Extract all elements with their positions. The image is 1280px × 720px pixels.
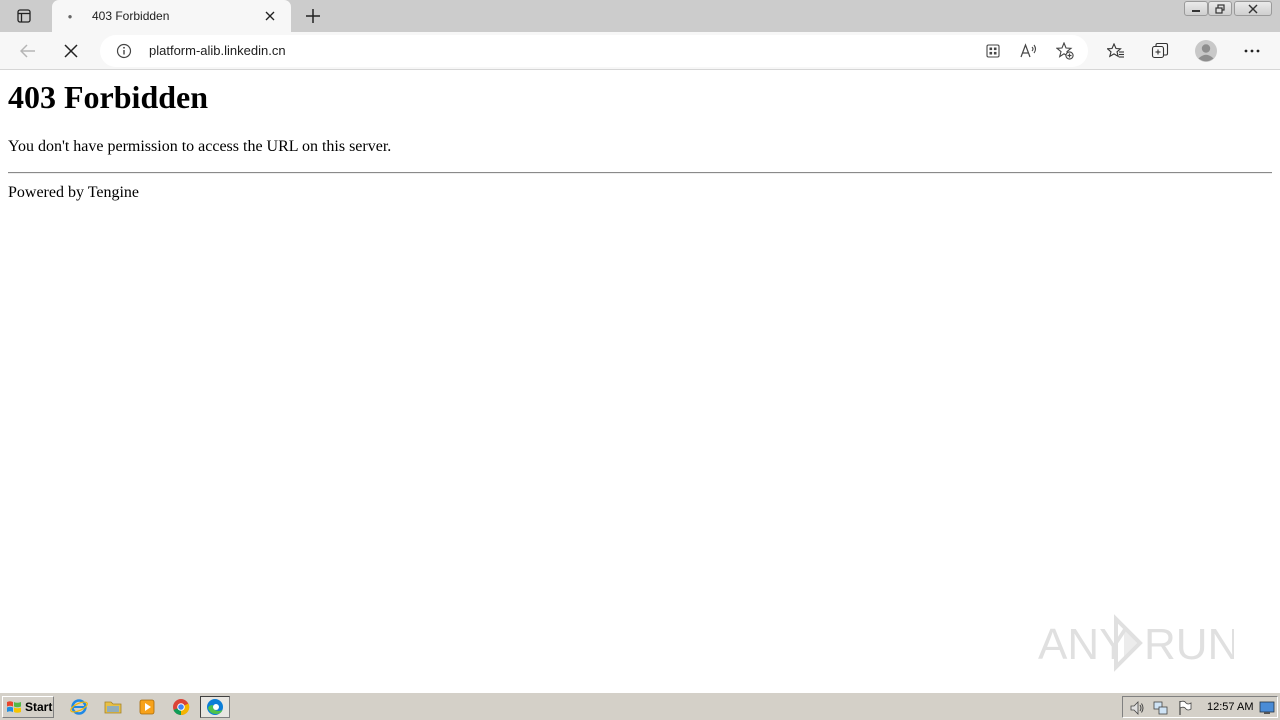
show-desktop-icon (1259, 701, 1275, 714)
clock[interactable]: 12:57 AM (1207, 701, 1253, 713)
more-options-button[interactable] (1238, 37, 1266, 65)
restore-icon (1215, 3, 1225, 14)
horizontal-rule (8, 172, 1272, 174)
stop-button[interactable] (57, 37, 85, 65)
anyrun-watermark-logo: ANY RUN (1038, 614, 1234, 672)
start-button[interactable]: Start (2, 696, 54, 718)
quicklaunch-chrome[interactable] (170, 697, 192, 717)
minimize-button[interactable] (1184, 1, 1208, 16)
taskbar-edge-button[interactable] (200, 696, 230, 718)
flag-icon (1179, 700, 1192, 715)
windows-logo-icon (7, 701, 21, 713)
quicklaunch-internet-explorer[interactable] (68, 697, 90, 717)
tab-close-button[interactable] (262, 8, 278, 24)
app-grid-icon (986, 44, 1000, 58)
close-icon (1248, 4, 1258, 13)
tab-strip: ● 403 Forbidden (0, 0, 1280, 32)
window-close-button[interactable] (1234, 1, 1272, 16)
close-icon (265, 11, 275, 21)
tab-title: 403 Forbidden (92, 9, 170, 23)
page-title: 403 Forbidden (8, 79, 209, 115)
internet-explorer-icon (70, 699, 88, 715)
back-arrow-icon (20, 44, 35, 58)
minimize-icon (1192, 9, 1200, 12)
site-info-button[interactable] (116, 43, 132, 59)
tab-actions-icon (17, 9, 31, 23)
star-plus-icon (1056, 42, 1074, 60)
tray-volume[interactable] (1129, 700, 1145, 716)
show-desktop-button[interactable] (1259, 700, 1275, 716)
info-icon (116, 43, 132, 59)
edge-icon (207, 699, 223, 715)
back-button[interactable] (14, 37, 42, 65)
system-tray: 12:57 AM (1122, 696, 1278, 718)
quicklaunch-media-player[interactable] (136, 697, 158, 717)
server-signature: Powered by Tengine (8, 184, 139, 201)
tray-network[interactable] (1153, 700, 1169, 716)
network-icon (1153, 701, 1168, 715)
plus-icon (306, 9, 320, 23)
more-dots-icon (1244, 49, 1260, 53)
tray-action-center[interactable] (1177, 700, 1193, 716)
media-player-icon (139, 699, 155, 715)
profile-button[interactable] (1192, 37, 1220, 65)
new-tab-button[interactable] (302, 5, 324, 27)
stop-icon (64, 44, 78, 58)
app-available-button[interactable] (981, 39, 1005, 63)
taskbar: Start 12:57 AM (0, 692, 1280, 720)
svg-text:RUN: RUN (1144, 620, 1234, 669)
collections-icon (1151, 42, 1169, 59)
start-label: Start (25, 700, 53, 714)
read-aloud-button[interactable] (1017, 39, 1041, 63)
chrome-icon (173, 699, 190, 716)
address-bar[interactable]: platform-alib.linkedin.cn (100, 35, 1088, 67)
page-favicon-icon: ● (67, 11, 73, 21)
volume-icon (1130, 701, 1144, 715)
folder-icon (104, 701, 122, 714)
favorites-button[interactable] (1102, 37, 1130, 65)
page-content: 403 Forbidden You don't have permission … (0, 71, 1280, 692)
browser-tab[interactable]: ● 403 Forbidden (52, 0, 291, 32)
browser-toolbar: platform-alib.linkedin.cn (0, 32, 1280, 70)
tab-actions-button[interactable] (12, 6, 36, 26)
read-aloud-icon (1020, 43, 1037, 58)
error-message: You don't have permission to access the … (8, 138, 392, 155)
add-favorite-button[interactable] (1053, 39, 1077, 63)
collections-button[interactable] (1146, 37, 1174, 65)
quicklaunch-explorer[interactable] (102, 697, 124, 717)
url-text[interactable]: platform-alib.linkedin.cn (149, 43, 286, 58)
profile-avatar-icon (1195, 40, 1217, 62)
favorites-icon (1107, 43, 1124, 58)
restore-button[interactable] (1208, 1, 1232, 16)
